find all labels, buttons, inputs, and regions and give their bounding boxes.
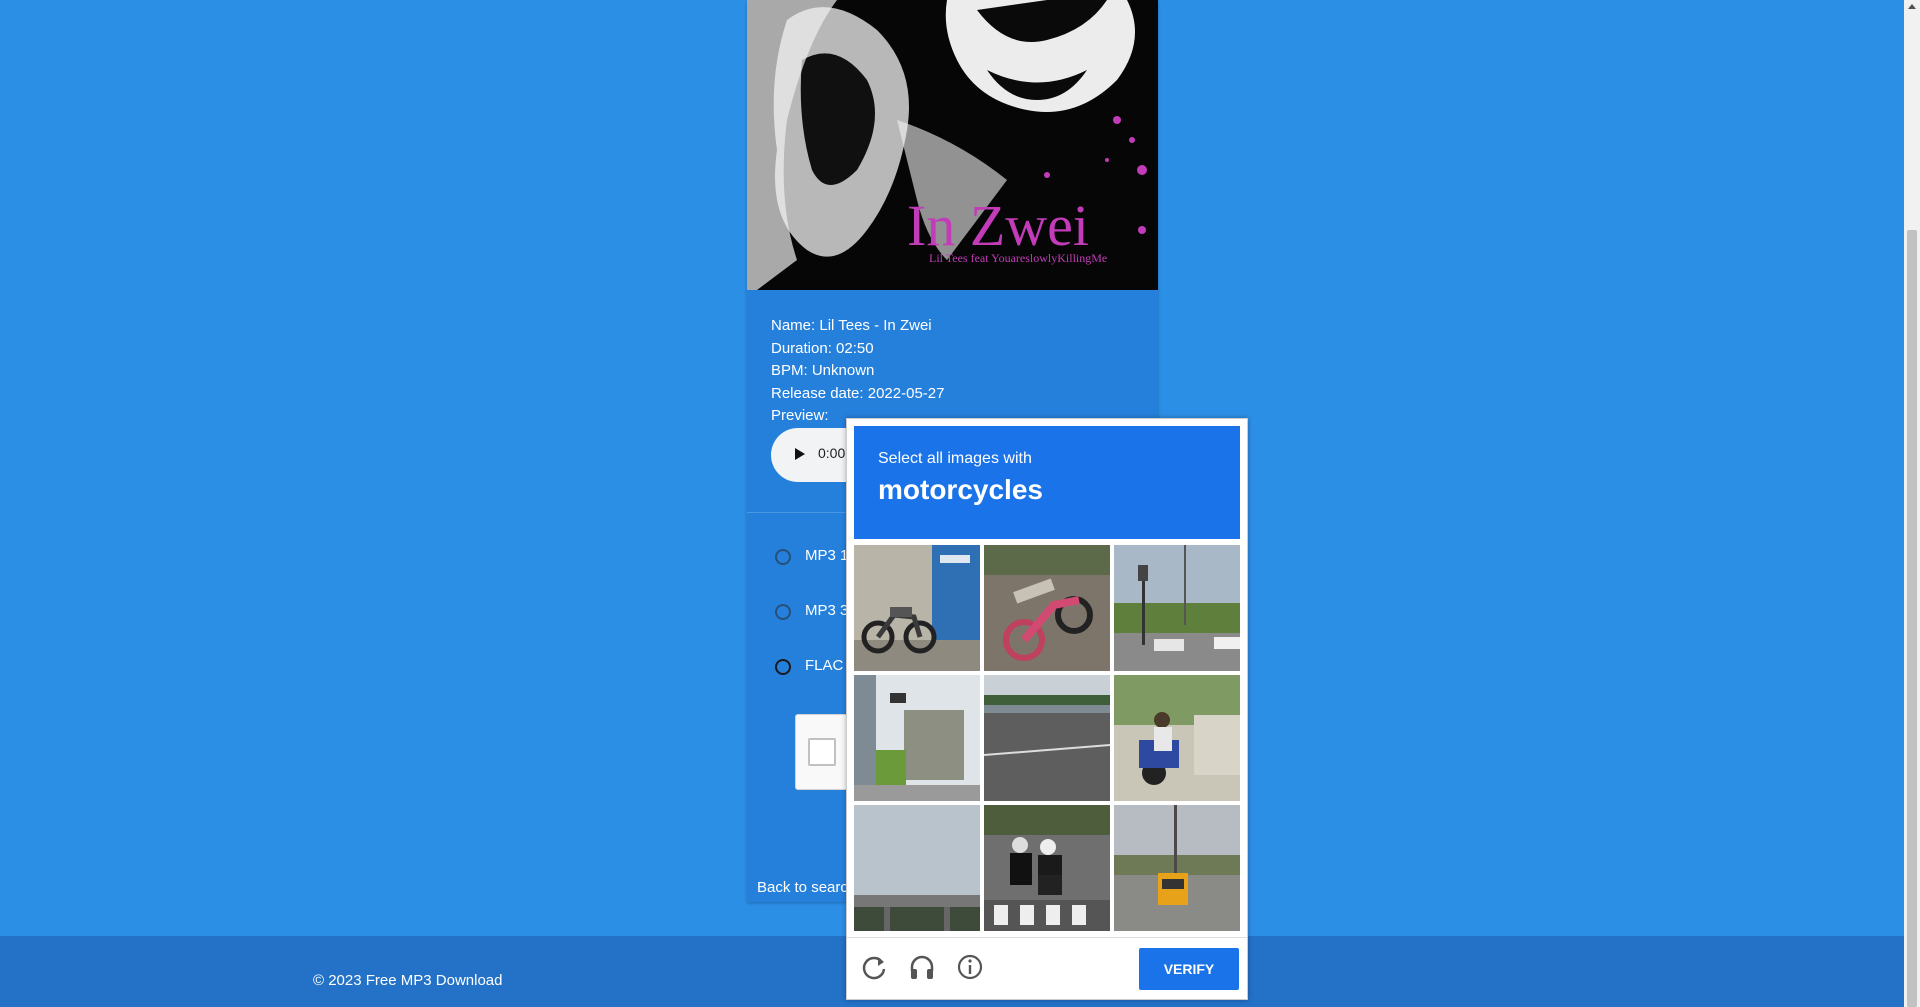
- track-info: Name: Lil Tees - In Zwei Duration: 02:50…: [771, 315, 944, 428]
- captcha-footer: VERIFY: [847, 937, 1247, 1000]
- captcha-tile-4[interactable]: [854, 675, 980, 801]
- captcha-instruction: Select all images with: [878, 450, 1032, 467]
- captcha-tile-7[interactable]: [854, 805, 980, 931]
- captcha-tile-grid: [854, 545, 1240, 931]
- captcha-tile-1[interactable]: [854, 545, 980, 671]
- audio-time: 0:00: [818, 445, 846, 461]
- captcha-tile-8[interactable]: [984, 805, 1110, 931]
- captcha-tile-5[interactable]: [984, 675, 1110, 801]
- captcha-tile-6[interactable]: [1114, 675, 1240, 801]
- track-name: Name: Lil Tees - In Zwei: [771, 317, 932, 334]
- scroll-up-arrow-icon[interactable]: [1908, 4, 1916, 9]
- copyright-text: © 2023 Free MP3 Download: [313, 972, 503, 989]
- play-icon[interactable]: [795, 448, 805, 460]
- captcha-tile-3[interactable]: [1114, 545, 1240, 671]
- cover-title: In Zwei: [907, 193, 1089, 258]
- captcha-challenge: Select all images with motorcycles VERIF…: [846, 418, 1248, 1000]
- radio-button[interactable]: [775, 549, 791, 565]
- info-icon[interactable]: [955, 952, 985, 982]
- captcha-header: Select all images with motorcycles: [854, 426, 1240, 539]
- track-release-date: Release date: 2022-05-27: [771, 384, 945, 402]
- captcha-tile-9[interactable]: [1114, 805, 1240, 931]
- recaptcha-checkbox[interactable]: [808, 738, 836, 766]
- radio-button[interactable]: [775, 659, 791, 675]
- cover-subtitle: Lil Tees feat YouareslowlyKillingMe: [929, 251, 1107, 265]
- radio-button[interactable]: [775, 604, 791, 620]
- scrollbar-thumb[interactable]: [1907, 230, 1917, 1007]
- back-to-search-link[interactable]: Back to searc: [757, 879, 848, 896]
- track-bpm: BPM: Unknown: [771, 362, 875, 379]
- track-duration: Duration: 02:50: [771, 339, 874, 357]
- album-cover: In Zwei Lil Tees feat YouareslowlyKillin…: [747, 0, 1158, 290]
- reload-icon[interactable]: [859, 952, 889, 982]
- captcha-tile-2[interactable]: [984, 545, 1110, 671]
- verify-button[interactable]: VERIFY: [1139, 948, 1239, 990]
- headphones-icon[interactable]: [907, 952, 937, 982]
- vertical-scrollbar[interactable]: [1904, 0, 1920, 1007]
- captcha-target: motorcycles: [878, 474, 1043, 505]
